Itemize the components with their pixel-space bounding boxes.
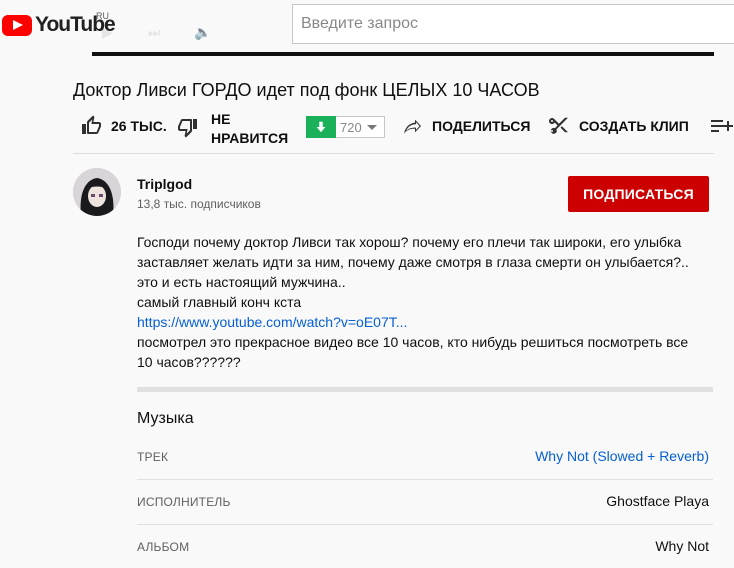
search-box[interactable] (292, 4, 734, 44)
description-line: 10 часов?????? (137, 354, 241, 370)
next-icon[interactable]: ⏭ (148, 24, 161, 41)
player-bottom-bar (92, 52, 714, 56)
dislike-counter[interactable]: 720 (306, 116, 385, 138)
music-section-title: Музыка (137, 410, 194, 427)
thumb-up-icon (82, 115, 101, 134)
channel-avatar[interactable] (73, 168, 121, 216)
thumb-down-icon[interactable] (176, 115, 200, 139)
music-row-key: ТРЕК (137, 450, 169, 464)
music-row-key: ИСПОЛНИТЕЛЬ (137, 495, 231, 509)
dislike-label-line1: НЕ (211, 111, 231, 127)
share-button[interactable]: ПОДЕЛИТЬСЯ (400, 114, 530, 138)
actions-divider (73, 153, 714, 154)
create-clip-label: СОЗДАТЬ КЛИП (579, 118, 689, 134)
top-bar: ▶ ⏭ 🔈 YouTube RU (0, 0, 734, 56)
section-separator (137, 387, 713, 392)
dislike-value: 720 (340, 119, 362, 135)
like-count: 26 ТЫС. (111, 118, 167, 134)
dislike-download-button[interactable] (306, 116, 336, 138)
caret-down-icon (366, 124, 377, 130)
dislike-value-select[interactable]: 720 (336, 116, 385, 138)
music-row-divider (137, 524, 713, 525)
like-button[interactable]: 26 ТЫС. (79, 114, 167, 138)
description-line: посмотрел это прекрасное видео все 10 ча… (137, 334, 689, 350)
music-row-divider (137, 479, 713, 480)
subscriber-count: 13,8 тыс. подписчиков (137, 197, 261, 211)
youtube-play-icon (2, 14, 32, 36)
playlist-add-icon (711, 120, 733, 132)
volume-icon[interactable]: 🔈 (194, 24, 211, 41)
dislike-label-line2: НРАВИТСЯ (211, 130, 289, 146)
track-link[interactable]: Why Not (Slowed + Reverb) (535, 448, 709, 464)
video-description: Господи почему доктор Ливси так хорош? п… (137, 232, 717, 372)
avatar-image (73, 168, 121, 216)
create-clip-button[interactable]: СОЗДАТЬ КЛИП (547, 114, 689, 138)
music-row-album: АЛЬБОМ Why Not (137, 538, 709, 568)
music-row-key: АЛЬБОМ (137, 540, 190, 554)
music-row-track: ТРЕК Why Not (Slowed + Reverb) (137, 448, 709, 494)
region-code: RU (96, 11, 109, 21)
description-link[interactable]: https://www.youtube.com/watch?v=oE07T... (137, 312, 717, 332)
subscribe-button[interactable]: ПОДПИСАТЬСЯ (568, 176, 709, 212)
description-line: заставляет желать идти за ним, почему да… (137, 254, 689, 270)
share-icon (404, 119, 421, 134)
music-row-artist: ИСПОЛНИТЕЛЬ Ghostface Playa (137, 493, 709, 539)
channel-name[interactable]: Triplgod (137, 176, 192, 192)
artist-value: Ghostface Playa (606, 493, 709, 509)
video-title: Доктор Ливси ГОРДО идет под фонк ЦЕЛЫХ 1… (73, 80, 540, 100)
arrow-down-icon (316, 121, 326, 133)
description-line: самый главный конч кста (137, 294, 302, 310)
album-value: Why Not (655, 538, 709, 554)
video-actions: 26 ТЫС. НЕ НРАВИТСЯ 720 ПОДЕЛИТЬСЯ СОЗДА… (73, 108, 734, 146)
search-input[interactable] (293, 5, 734, 43)
dislike-button-label[interactable]: НЕ НРАВИТСЯ (211, 110, 288, 148)
share-label: ПОДЕЛИТЬСЯ (432, 118, 531, 134)
save-to-playlist-button[interactable] (709, 114, 733, 138)
scissors-icon (549, 117, 568, 134)
description-line: Господи почему доктор Ливси так хорош? п… (137, 234, 682, 250)
description-line: это и есть настоящий мужчина.. (137, 274, 346, 290)
